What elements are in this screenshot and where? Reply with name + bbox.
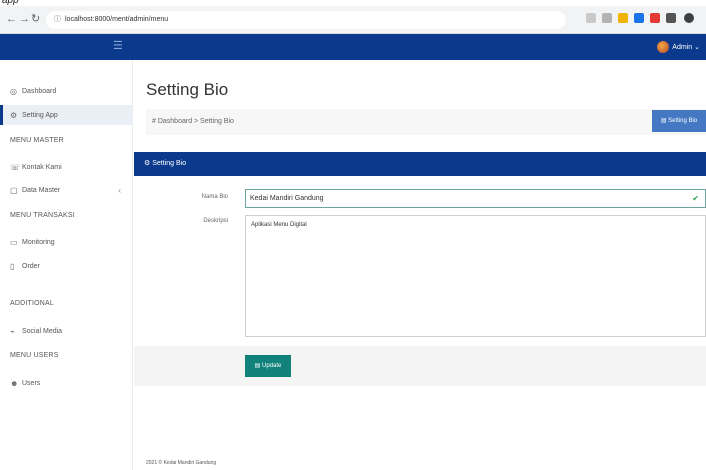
avatar — [657, 41, 670, 53]
save-icon: ▤ — [254, 363, 261, 369]
chevron-down-icon: ⌄ — [694, 44, 700, 51]
sidebar-item-setting-app[interactable]: ⚙ Setting App — [0, 105, 133, 125]
sidebar-header-menu-users: MENU USERS — [10, 352, 59, 359]
share-icon: ⌁ — [10, 326, 15, 336]
chevron-left-icon: ‹ — [118, 185, 121, 195]
deskripsi-label: Deskripsi — [203, 218, 228, 224]
order-icon: ▯ — [10, 261, 15, 271]
sidebar-item-monitoring[interactable]: ▭ Monitoring — [0, 232, 133, 252]
gear-icon: ⚙ — [144, 160, 151, 167]
gear-icon: ⚙ — [10, 110, 18, 120]
check-icon: ✔ — [692, 194, 699, 203]
nama-bio-label: Nama Bio — [201, 194, 228, 200]
user-menu[interactable]: Admin ⌄ — [657, 40, 700, 54]
folder-icon: ▢ — [10, 185, 18, 195]
extension-icon-3[interactable] — [650, 13, 660, 23]
sidebar-item-label: Data Master — [22, 186, 61, 194]
update-button-label: Update — [261, 363, 282, 369]
hamburger-menu-icon[interactable]: ☰ — [113, 41, 123, 52]
address-bar[interactable]: ⓘ localhost:8000/ment/admin/menu — [46, 11, 566, 29]
page-title: Setting Bio — [146, 80, 229, 99]
sidebar-item-label: Kontak Kami — [22, 163, 62, 171]
sidebar-item-data-master[interactable]: ▢ Data Master ‹ — [0, 180, 133, 200]
sidebar-item-users[interactable]: ☻ Users — [0, 373, 133, 393]
setting-bio-button-label: Setting Bio — [668, 118, 698, 124]
sidebar-item-label: Setting App — [22, 111, 58, 119]
app-header: ☰ Admin ⌄ — [0, 34, 706, 60]
save-icon: ▤ — [660, 118, 667, 124]
card-title: Setting Bio — [152, 160, 187, 167]
deskripsi-textarea[interactable]: Aplikasi Menu Digital — [245, 215, 706, 337]
profile-avatar-icon[interactable] — [684, 13, 694, 23]
browser-toolbar: ← → ↻ ⓘ localhost:8000/ment/admin/menu — [0, 6, 706, 34]
main-content: Setting Bio # Dashboard > Setting Bio ▤ … — [134, 60, 706, 470]
sidebar-header-menu-transaksi: MENU TRANSAKSI — [10, 212, 75, 219]
sidebar: ◎ Dashboard ⚙ Setting App MENU MASTER ☏ … — [0, 60, 133, 470]
nama-bio-value: Kedai Mandiri Gandung — [250, 195, 324, 202]
phone-icon: ☏ — [10, 162, 21, 172]
bio-form: Nama Bio Kedai Mandiri Gandung ✔ Deskrip… — [134, 176, 706, 346]
card-header: ⚙ Setting Bio — [134, 152, 706, 176]
sidebar-item-label: Dashboard — [22, 87, 57, 95]
sidebar-item-label: Order — [22, 262, 40, 270]
sidebar-item-order[interactable]: ▯ Order — [0, 256, 133, 276]
sidebar-item-kontak-kami[interactable]: ☏ Kontak Kami — [0, 157, 133, 177]
monitor-icon: ▭ — [10, 237, 18, 247]
sidebar-item-social-media[interactable]: ⌁ Social Media — [0, 321, 133, 341]
dashboard-icon: ◎ — [10, 86, 17, 96]
update-button[interactable]: ▤ Update — [245, 355, 291, 377]
extension-icon-2[interactable] — [634, 13, 644, 23]
footer-copyright: 2021 © Kedai Mandiri Gandung — [146, 460, 217, 466]
user-name: Admin — [672, 43, 693, 51]
sidebar-item-label: Social Media — [22, 327, 63, 335]
back-arrow-icon[interactable]: ← — [6, 14, 17, 25]
nama-bio-input[interactable]: Kedai Mandiri Gandung ✔ — [245, 189, 706, 208]
info-icon: ⓘ — [54, 16, 61, 23]
sidebar-header-additional: ADDITIONAL — [10, 300, 55, 307]
sidebar-item-label: Users — [22, 379, 41, 387]
forward-arrow-icon[interactable]: → — [19, 14, 30, 25]
breadcrumb: # Dashboard > Setting Bio — [146, 109, 706, 135]
sidebar-header-menu-master: MENU MASTER — [10, 137, 64, 144]
extension-icon-1[interactable] — [618, 13, 628, 23]
translate-extension-icon[interactable] — [586, 13, 596, 23]
card-footer: ▤ Update — [134, 346, 706, 386]
puzzle-extension-icon[interactable] — [666, 13, 676, 23]
sidebar-item-dashboard[interactable]: ◎ Dashboard — [0, 81, 133, 101]
users-icon: ☻ — [10, 378, 19, 388]
star-bookmark-icon[interactable] — [602, 13, 612, 23]
setting-bio-button[interactable]: ▤ Setting Bio — [652, 110, 706, 132]
reload-icon[interactable]: ↻ — [31, 14, 40, 25]
address-bar-url: localhost:8000/ment/admin/menu — [65, 16, 169, 23]
sidebar-item-label: Monitoring — [22, 238, 55, 246]
